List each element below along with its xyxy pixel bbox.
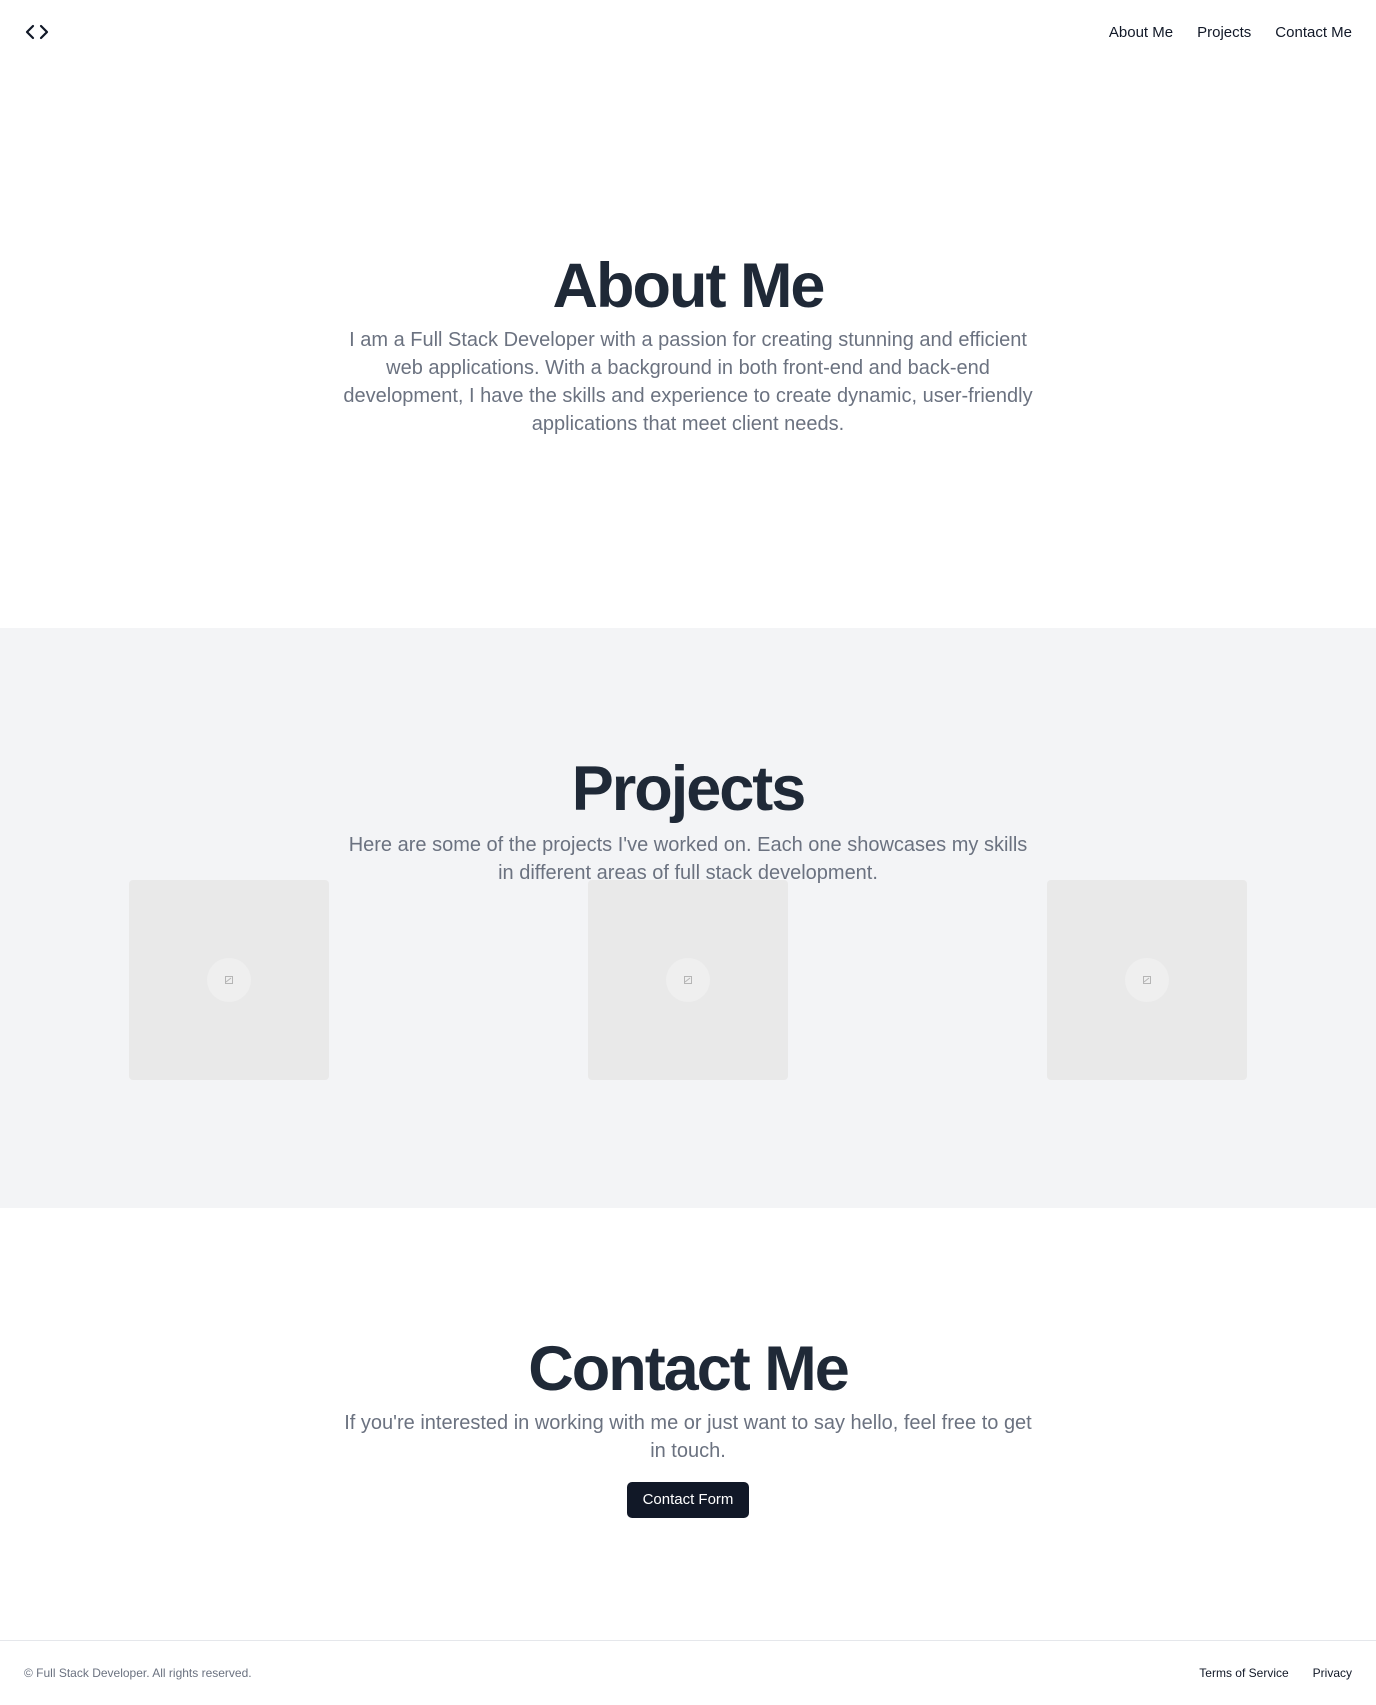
image-placeholder-icon (1125, 958, 1169, 1002)
main-nav: About Me Projects Contact Me (1109, 24, 1352, 41)
projects-description: Here are some of the projects I've worke… (348, 834, 1028, 884)
image-placeholder-icon (666, 958, 710, 1002)
nav-link-about-me[interactable]: About Me (1109, 24, 1173, 41)
copyright-text: © Full Stack Developer. All rights reser… (24, 1666, 252, 1680)
project-card[interactable] (588, 880, 788, 1080)
image-placeholder-icon (207, 958, 251, 1002)
project-card[interactable] (129, 880, 329, 1080)
code-brackets-icon[interactable] (24, 19, 50, 45)
nav-link-contact-me[interactable]: Contact Me (1275, 24, 1352, 41)
projects-section: Projects Here are some of the projects I… (0, 628, 1376, 1208)
contact-section: Contact Me If you're interested in worki… (0, 1338, 1376, 1518)
contact-form-button[interactable]: Contact Form (626, 1482, 750, 1518)
contact-description: If you're interested in working with me … (344, 1412, 1032, 1462)
footer-link-terms[interactable]: Terms of Service (1199, 1666, 1288, 1680)
projects-title: Projects (571, 754, 807, 824)
footer-link-privacy[interactable]: Privacy (1313, 1666, 1352, 1680)
about-section: About Me I am a Full Stack Developer wit… (0, 255, 1376, 438)
site-footer: © Full Stack Developer. All rights reser… (0, 1640, 1376, 1705)
site-header: About Me Projects Contact Me (0, 0, 1376, 64)
nav-link-projects[interactable]: Projects (1197, 24, 1251, 41)
project-card[interactable] (1047, 880, 1247, 1080)
about-title: About Me (552, 251, 826, 321)
about-description: I am a Full Stack Developer with a passi… (343, 329, 1033, 435)
footer-links: Terms of Service Privacy (1199, 1666, 1352, 1680)
contact-title: Contact Me (528, 1334, 850, 1404)
